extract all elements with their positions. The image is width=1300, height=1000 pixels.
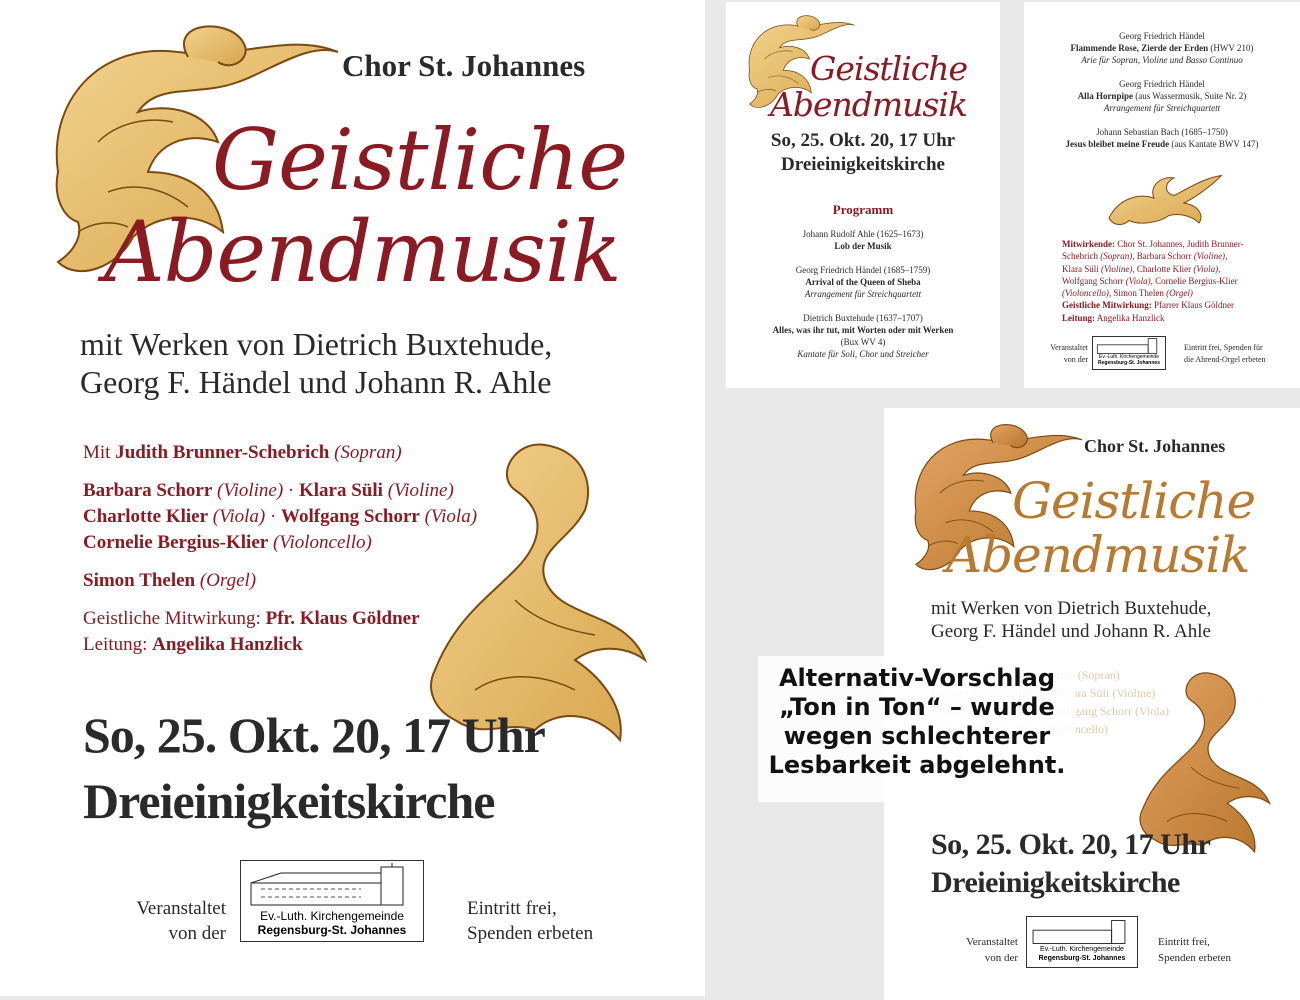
- alt-choir-name: Chor St. Johannes: [1084, 436, 1226, 456]
- alt-subtitle-line1: mit Werken von Dietrich Buxtehude,: [931, 598, 1212, 619]
- flyer-parish-logo: Ev.-Luth. Kirchengemeinde Regensburg-St.…: [1092, 336, 1166, 370]
- poster-title-line2: Abendmusik: [104, 203, 622, 301]
- event-venue: Dreieinigkeitskirche: [83, 773, 495, 829]
- poster-title-line1: Geistliche: [212, 111, 628, 209]
- entry-note: Eintritt frei, Spenden erbeten: [467, 898, 594, 944]
- program-list-2: Georg Friedrich Händel Flammende Rose, Z…: [1065, 31, 1259, 149]
- alt-title-line1: Geistliche: [1012, 472, 1256, 530]
- main-poster: Chor St. Johannes Geistliche Abendmusik …: [0, 0, 705, 996]
- organizer-label: Veranstaltet von der: [136, 898, 226, 944]
- flyer-venue: Dreieinigkeitskirche: [781, 154, 945, 175]
- alt-parish-logo: Ev.-Luth. Kirchengemeinde Regensburg-St.…: [1026, 916, 1138, 968]
- subtitle-line1: mit Werken von Dietrich Buxtehude,: [80, 326, 553, 362]
- flyer-front: Geistliche Abendmusik So, 25. Okt. 20, 1…: [726, 2, 1000, 388]
- flyer-church-icon: [1096, 338, 1158, 354]
- choir-name: Chor St. Johannes: [342, 48, 586, 83]
- event-date: So, 25. Okt. 20, 17 Uhr: [83, 707, 546, 763]
- alt-church-icon: [1032, 920, 1126, 944]
- flyer-back: Georg Friedrich Händel Flammende Rose, Z…: [1024, 2, 1300, 388]
- church-icon: [250, 863, 404, 906]
- rejection-note: Alternativ-Vorschlag „Ton in Ton“ – wurd…: [758, 656, 1076, 802]
- parish-logo: Ev.-Luth. Kirchengemeinde Regensburg-St.…: [240, 860, 424, 942]
- programm-heading: Programm: [832, 202, 894, 217]
- flyer-date: So, 25. Okt. 20, 17 Uhr: [770, 130, 956, 151]
- alt-event-date: So, 25. Okt. 20, 17 Uhr: [931, 828, 1211, 861]
- flyer-title-line1: Geistliche: [810, 49, 968, 88]
- alt-title-line2: Abendmusik: [946, 526, 1250, 584]
- alt-entry-note: Eintritt frei, Spenden erbeten: [1158, 936, 1231, 964]
- cast-list: Mit Judith Brunner-Schebrich (Sopran) Ba…: [83, 442, 478, 655]
- ornament-small-icon: [1108, 174, 1223, 225]
- alt-event-venue: Dreieinigkeitskirche: [931, 866, 1180, 899]
- flyer-organizer-label: Veranstaltet von der: [1050, 343, 1088, 364]
- mitwirkende-block: Mitwirkende: Chor St. Johannes, Judith B…: [1062, 239, 1244, 323]
- alt-subtitle-line2: Georg F. Händel und Johann R. Ahle: [931, 621, 1211, 642]
- subtitle-line2: Georg F. Händel und Johann R. Ahle: [80, 364, 552, 400]
- program-list-1: Johann Rudolf Ahle (1625–1673) Lob der M…: [772, 229, 954, 359]
- flyer-entry-note: Eintritt frei, Spenden für die Ahrend-Or…: [1184, 343, 1266, 364]
- alt-organizer-label: Veranstaltet von der: [966, 936, 1018, 964]
- flyer-title-line2: Abendmusik: [770, 85, 968, 124]
